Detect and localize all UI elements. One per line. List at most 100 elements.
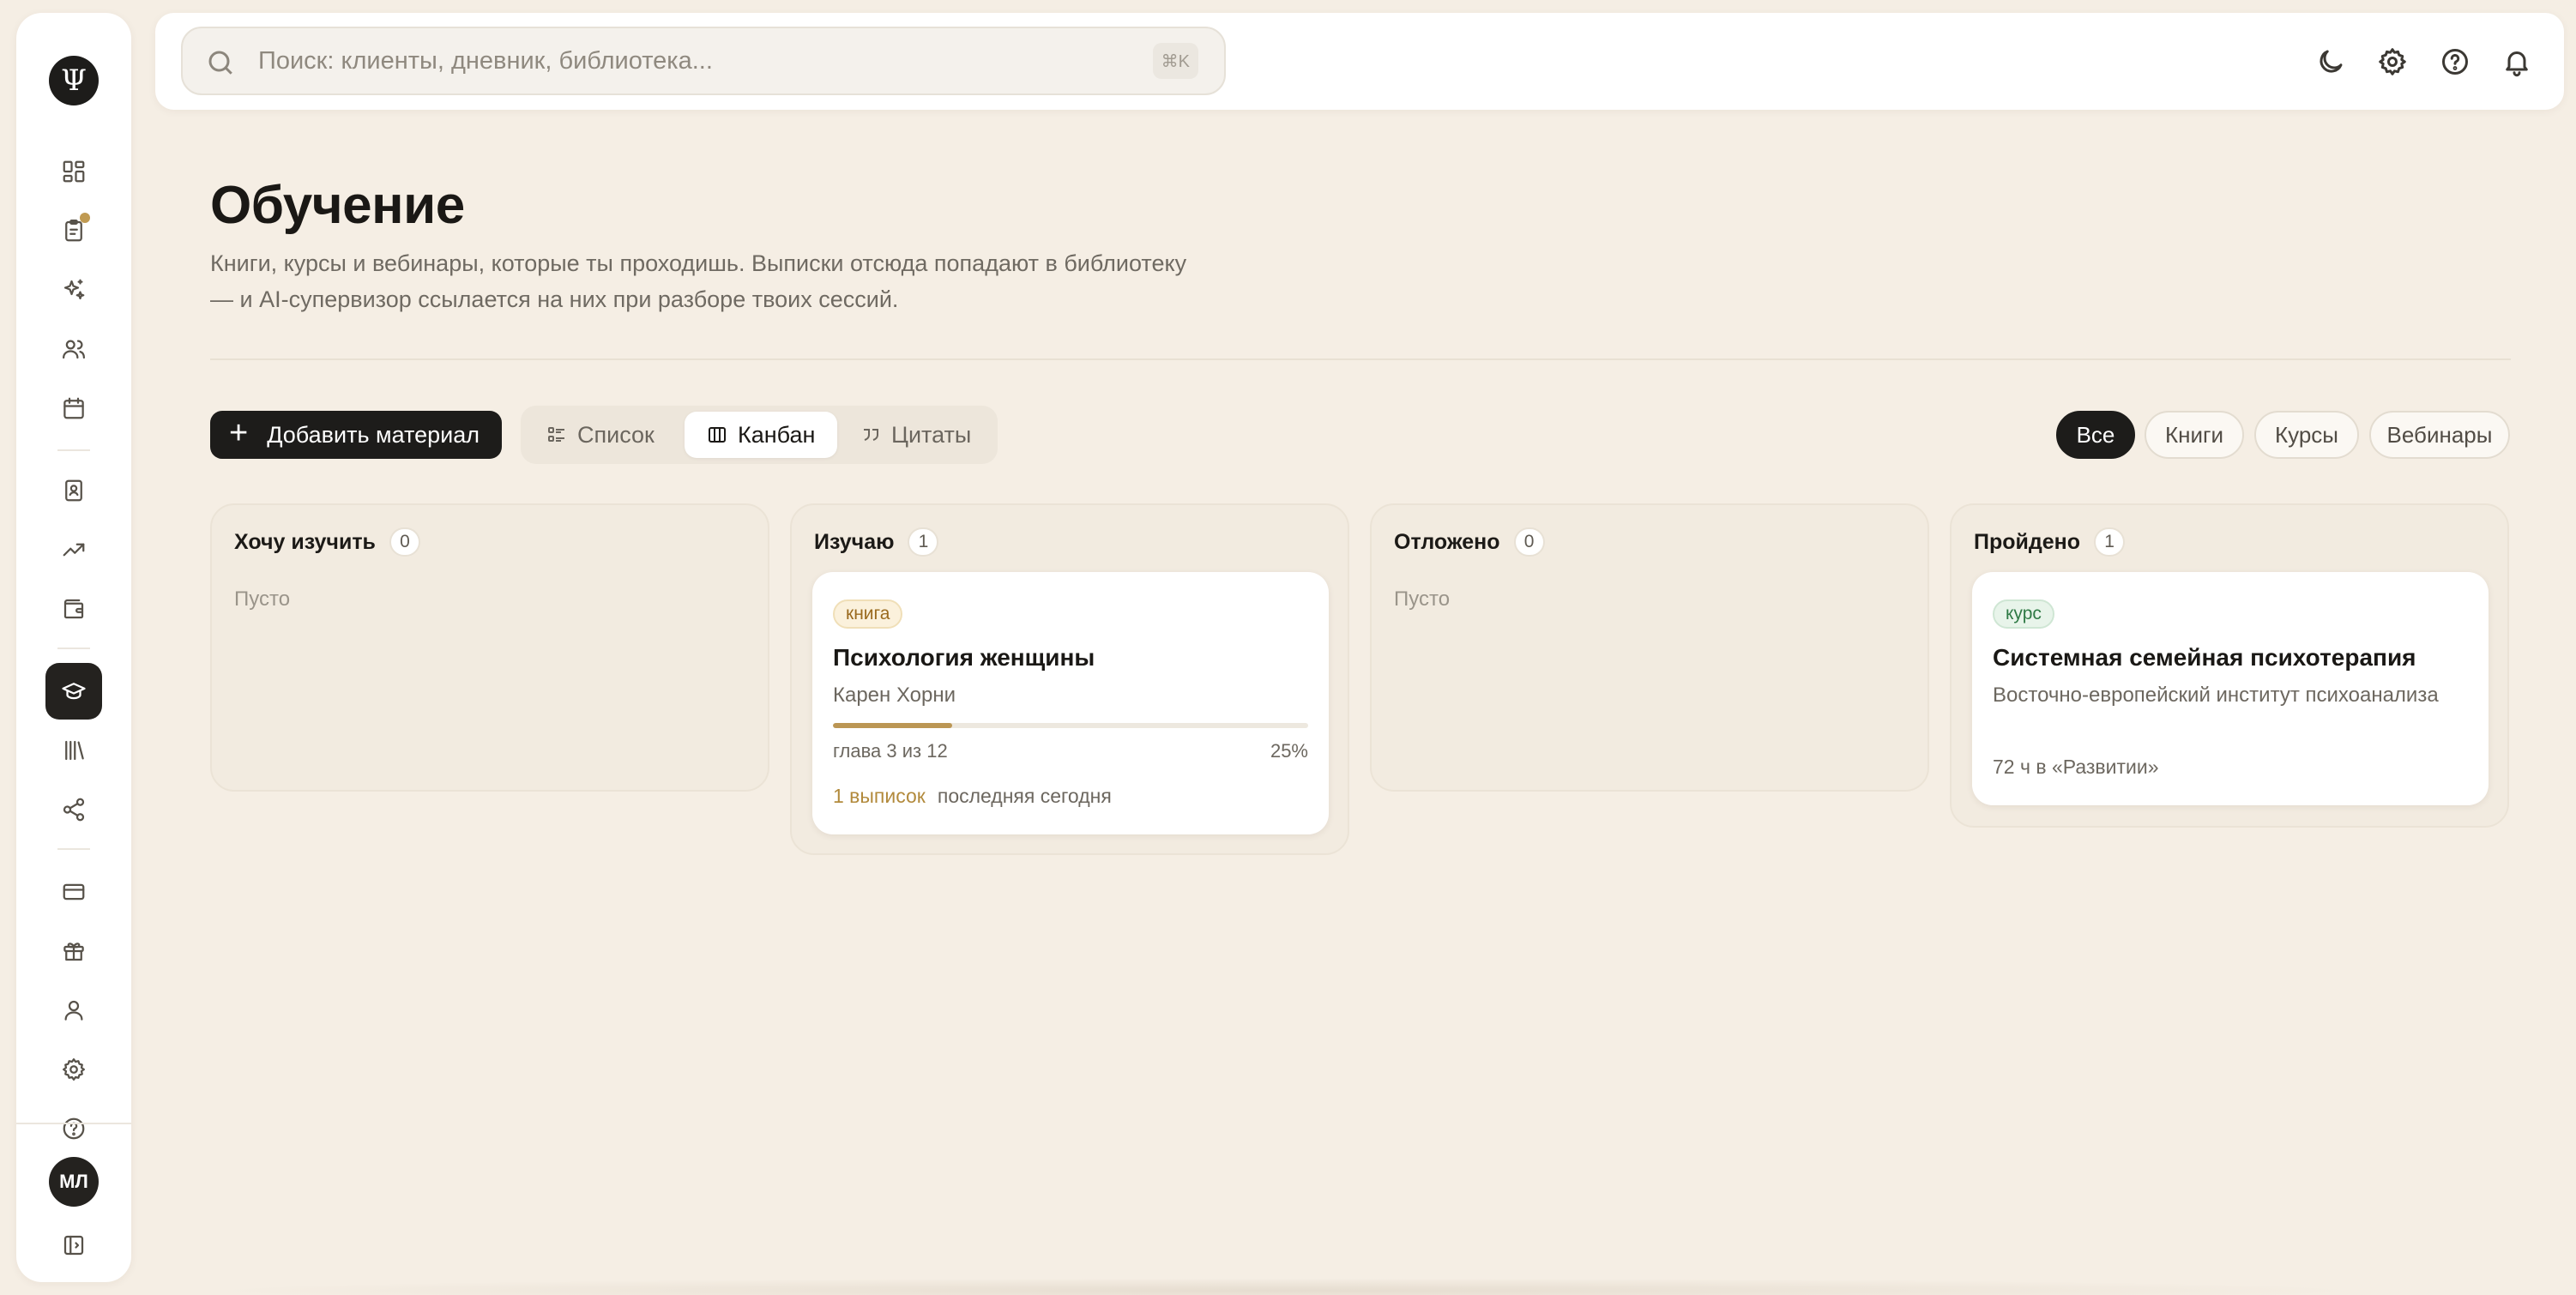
tab-list-label: Список bbox=[577, 421, 655, 448]
material-card[interactable]: книга Психология женщины Карен Хорни гла… bbox=[812, 572, 1329, 834]
empty-state: Пусто bbox=[234, 587, 291, 611]
kanban-icon bbox=[709, 427, 726, 443]
tab-kanban[interactable]: Канбан bbox=[685, 412, 838, 458]
material-card[interactable]: курс Системная семейная психотерапия Вос… bbox=[1972, 572, 2489, 805]
column-title: Хочу изучить bbox=[234, 529, 376, 554]
type-badge: книга bbox=[833, 599, 903, 629]
nav-ai[interactable] bbox=[45, 262, 102, 318]
add-material-label: Добавить материал bbox=[267, 421, 480, 448]
sidebar-divider bbox=[57, 648, 90, 649]
filter-webinars[interactable]: Вебинары bbox=[2369, 411, 2510, 459]
moon-icon bbox=[2320, 50, 2343, 73]
card-hours: 72 ч в «Развитии» bbox=[1993, 756, 2159, 778]
avatar[interactable]: МЛ bbox=[49, 1157, 99, 1207]
sidebar-divider bbox=[57, 449, 90, 451]
column-header: Отложено 0 bbox=[1394, 527, 1545, 557]
collapse-sidebar-button[interactable] bbox=[45, 1217, 102, 1274]
sidebar-footer-divider bbox=[16, 1123, 131, 1124]
type-badge: курс bbox=[1993, 599, 2054, 629]
nav-profile[interactable] bbox=[45, 982, 102, 1039]
card-title: Системная семейная психотерапия bbox=[1993, 644, 2416, 671]
notes-count-link[interactable]: 1 выписок bbox=[833, 785, 926, 807]
column-title: Отложено bbox=[1394, 529, 1500, 554]
shortcut-badge: ⌘K bbox=[1152, 43, 1198, 79]
card-author: Восточно-европейский институт психоанали… bbox=[1993, 684, 2439, 707]
users-icon bbox=[63, 340, 85, 359]
search-icon bbox=[208, 51, 232, 75]
last-note-text: последняя сегодня bbox=[937, 785, 1112, 807]
tab-kanban-label: Канбан bbox=[738, 421, 816, 448]
dashboard-icon bbox=[63, 160, 85, 183]
tab-quotes[interactable]: Цитаты bbox=[852, 412, 980, 458]
column-header: Изучаю 1 bbox=[814, 527, 939, 557]
kanban-column-completed: Пройдено 1 курс Системная семейная психо… bbox=[1950, 503, 2509, 828]
tab-list[interactable]: Список bbox=[538, 412, 663, 458]
bottom-shadow bbox=[197, 1278, 2376, 1295]
quote-icon bbox=[864, 429, 878, 441]
settings-icon bbox=[63, 1058, 85, 1081]
column-header: Хочу изучить 0 bbox=[234, 527, 420, 557]
filter-courses[interactable]: Курсы bbox=[2254, 411, 2359, 459]
column-count: 0 bbox=[1513, 527, 1545, 557]
kanban-column-want: Хочу изучить 0 Пусто bbox=[210, 503, 769, 792]
nav-dashboard[interactable] bbox=[45, 143, 102, 200]
nav-tasks[interactable] bbox=[45, 202, 102, 259]
nav-clients[interactable] bbox=[45, 321, 102, 377]
notification-dot bbox=[80, 213, 90, 223]
view-switcher: Список Канбан Цитаты bbox=[521, 406, 998, 464]
column-count: 1 bbox=[908, 527, 939, 557]
kanban-column-postponed: Отложено 0 Пусто bbox=[1370, 503, 1929, 792]
progress-label: глава 3 из 12 bbox=[833, 740, 948, 762]
settings-button[interactable] bbox=[2371, 40, 2414, 83]
progress-bar bbox=[833, 723, 1308, 728]
credit-card-icon bbox=[63, 883, 85, 900]
page-description: Книги, курсы и вебинары, которые ты прох… bbox=[210, 250, 1187, 312]
column-title: Пройдено bbox=[1974, 529, 2081, 554]
graduation-cap-icon bbox=[62, 683, 86, 700]
add-material-button[interactable]: + Добавить материал bbox=[210, 411, 502, 459]
filter-books[interactable]: Книги bbox=[2145, 411, 2244, 459]
nav-analytics[interactable] bbox=[45, 521, 102, 578]
column-title: Изучаю bbox=[814, 529, 895, 554]
page-title: Обучение bbox=[210, 176, 465, 235]
nav-billing[interactable] bbox=[45, 864, 102, 920]
bell-icon bbox=[2506, 51, 2528, 77]
nav-settings[interactable] bbox=[45, 1041, 102, 1098]
nav-help[interactable] bbox=[45, 1100, 102, 1143]
wallet-icon bbox=[63, 599, 84, 619]
tab-quotes-label: Цитаты bbox=[891, 421, 972, 448]
help-button[interactable] bbox=[2434, 40, 2476, 83]
search-input[interactable]: Поиск: клиенты, дневник, библиотека... ⌘… bbox=[181, 27, 1226, 95]
theme-toggle-button[interactable] bbox=[2309, 40, 2352, 83]
filter-all[interactable]: Все bbox=[2056, 411, 2135, 459]
gear-icon bbox=[2379, 48, 2406, 75]
calendar-icon bbox=[63, 397, 84, 419]
progress-percent: 25% bbox=[1270, 740, 1308, 762]
nav-finance[interactable] bbox=[45, 581, 102, 637]
column-header: Пройдено 1 bbox=[1974, 527, 2126, 557]
nav-journal[interactable] bbox=[45, 462, 102, 519]
logo[interactable]: Ψ bbox=[49, 56, 99, 105]
notifications-button[interactable] bbox=[2495, 40, 2538, 83]
library-icon bbox=[65, 740, 84, 761]
nav-library[interactable] bbox=[45, 722, 102, 779]
nav-share[interactable] bbox=[45, 781, 102, 838]
nav-calendar[interactable] bbox=[45, 380, 102, 437]
nav-gifts[interactable] bbox=[45, 923, 102, 979]
share-icon bbox=[63, 798, 85, 822]
notebook-icon bbox=[65, 479, 82, 502]
column-count: 1 bbox=[2094, 527, 2126, 557]
nav-learning[interactable] bbox=[45, 663, 102, 720]
progress-fill bbox=[833, 723, 952, 728]
topbar: Поиск: клиенты, дневник, библиотека... ⌘… bbox=[155, 13, 2564, 110]
card-footer: 1 выписок последняя сегодня bbox=[833, 785, 1112, 808]
header-divider bbox=[210, 358, 2511, 360]
sparkles-icon bbox=[63, 279, 85, 300]
trending-icon bbox=[63, 543, 85, 557]
kanban-column-studying: Изучаю 1 книга Психология женщины Карен … bbox=[790, 503, 1349, 855]
user-icon bbox=[64, 1000, 83, 1021]
help-icon bbox=[63, 1117, 85, 1140]
search-placeholder: Поиск: клиенты, дневник, библиотека... bbox=[258, 47, 713, 75]
list-icon bbox=[548, 427, 564, 442]
sidebar: Ψ МЛ bbox=[16, 13, 131, 1282]
